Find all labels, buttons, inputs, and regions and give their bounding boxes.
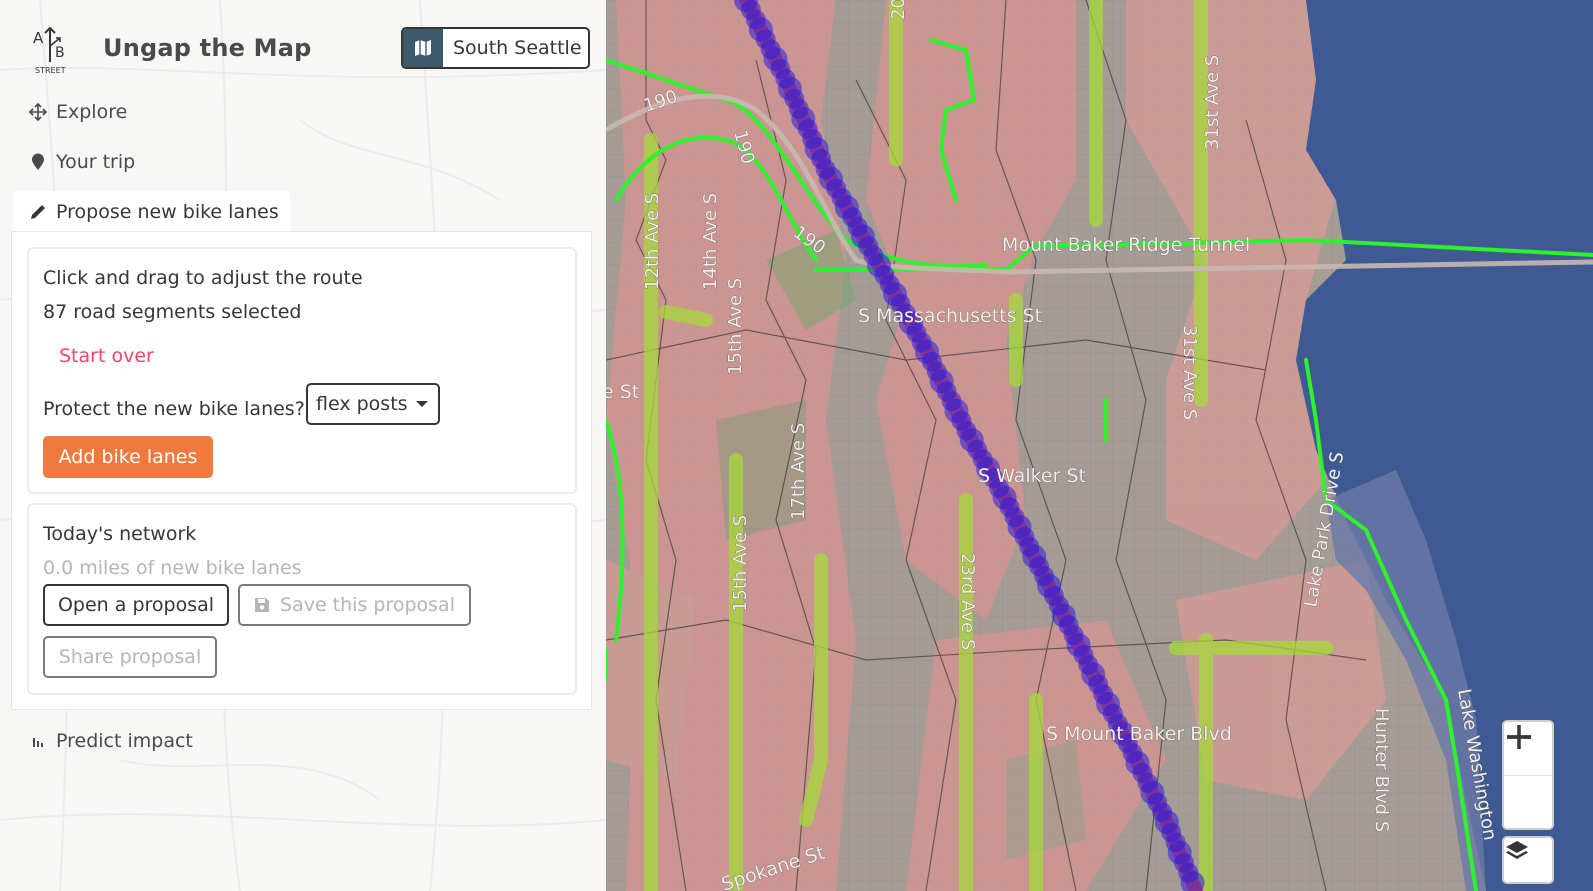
nav-explore[interactable]: Explore xyxy=(28,92,127,132)
protect-lanes-label: Protect the new bike lanes? xyxy=(43,398,305,420)
segments-selected-count: 87 road segments selected xyxy=(43,301,302,323)
route-editor-box: Click and drag to adjust the route 87 ro… xyxy=(27,247,577,494)
label-31st-ave-b: 31st Ave S xyxy=(1179,325,1200,420)
svg-text:A: A xyxy=(33,29,44,47)
add-bike-lanes-button[interactable]: Add bike lanes xyxy=(43,436,213,478)
bar-chart-icon xyxy=(28,731,48,751)
start-over-link[interactable]: Start over xyxy=(59,345,154,367)
tab-propose-label: Propose new bike lanes xyxy=(56,201,279,223)
label-17th-ave: 17th Ave S xyxy=(788,423,809,520)
label-tunnel: Mount Baker Ridge Tunnel xyxy=(1002,234,1250,256)
side-panel: A B STREET Ungap the Map South Seattle E… xyxy=(0,0,606,891)
map-view[interactable]: 190 190 190 Mount Baker Ridge Tunnel S M… xyxy=(606,0,1593,891)
save-proposal-button[interactable]: Save this proposal xyxy=(238,584,471,626)
logo-text: STREET xyxy=(35,66,66,75)
minus-icon xyxy=(1507,735,1531,739)
layers-icon xyxy=(1506,841,1528,859)
region-label: South Seattle xyxy=(453,37,582,59)
network-title: Today's network xyxy=(43,523,197,545)
map-canvas[interactable]: 190 190 190 Mount Baker Ridge Tunnel S M… xyxy=(606,0,1593,891)
label-e-st: e St xyxy=(606,381,639,403)
chevron-down-icon xyxy=(416,401,428,407)
route-instruction: Click and drag to adjust the route xyxy=(43,267,363,289)
map-icon xyxy=(403,29,443,67)
layers-button[interactable] xyxy=(1502,836,1554,884)
nav-predict-impact[interactable]: Predict impact xyxy=(28,721,193,761)
tab-propose-bike-lanes[interactable]: Propose new bike lanes xyxy=(13,191,290,233)
open-proposal-button[interactable]: Open a proposal xyxy=(43,584,229,626)
nav-predict-label: Predict impact xyxy=(56,730,193,752)
region-selector-button[interactable]: South Seattle xyxy=(401,27,590,69)
pencil-icon xyxy=(28,202,48,222)
label-15th-ave-b: 15th Ave S xyxy=(730,515,751,612)
nav-explore-label: Explore xyxy=(56,101,128,123)
abstreet-logo[interactable]: A B STREET xyxy=(30,24,74,76)
label-31st-ave-a: 31st Ave S xyxy=(1202,55,1223,150)
label-20th-ave: 20 xyxy=(888,0,909,20)
propose-panel: Click and drag to adjust the route 87 ro… xyxy=(11,231,592,710)
network-miles: 0.0 miles of new bike lanes xyxy=(43,557,302,579)
label-14th-ave: 14th Ave S xyxy=(700,193,721,290)
zoom-out-button[interactable] xyxy=(1504,735,1552,828)
label-massachusetts: S Massachusetts St xyxy=(858,305,1042,327)
share-proposal-button[interactable]: Share proposal xyxy=(43,636,217,678)
label-mount-baker-blvd: S Mount Baker Blvd xyxy=(1046,723,1232,745)
label-12th-ave: 12th Ave S xyxy=(642,193,663,290)
app-title: Ungap the Map xyxy=(103,34,312,62)
map-pin-icon xyxy=(28,152,48,172)
svg-text:B: B xyxy=(55,45,65,61)
protection-type-select[interactable]: flex posts xyxy=(306,383,440,425)
label-15th-ave-a: 15th Ave S xyxy=(725,278,746,375)
label-hunter-blvd: Hunter Blvd S xyxy=(1371,708,1392,832)
label-walker: S Walker St xyxy=(978,465,1086,487)
label-23rd-ave: 23rd Ave S xyxy=(957,553,978,650)
network-box: Today's network 0.0 miles of new bike la… xyxy=(27,503,577,695)
save-proposal-label: Save this proposal xyxy=(280,594,455,616)
nav-your-trip[interactable]: Your trip xyxy=(28,142,135,182)
move-arrows-icon xyxy=(28,102,48,122)
zoom-controls xyxy=(1502,720,1554,830)
protection-type-value: flex posts xyxy=(316,393,408,415)
floppy-disk-icon xyxy=(254,597,270,613)
nav-your-trip-label: Your trip xyxy=(56,151,136,173)
